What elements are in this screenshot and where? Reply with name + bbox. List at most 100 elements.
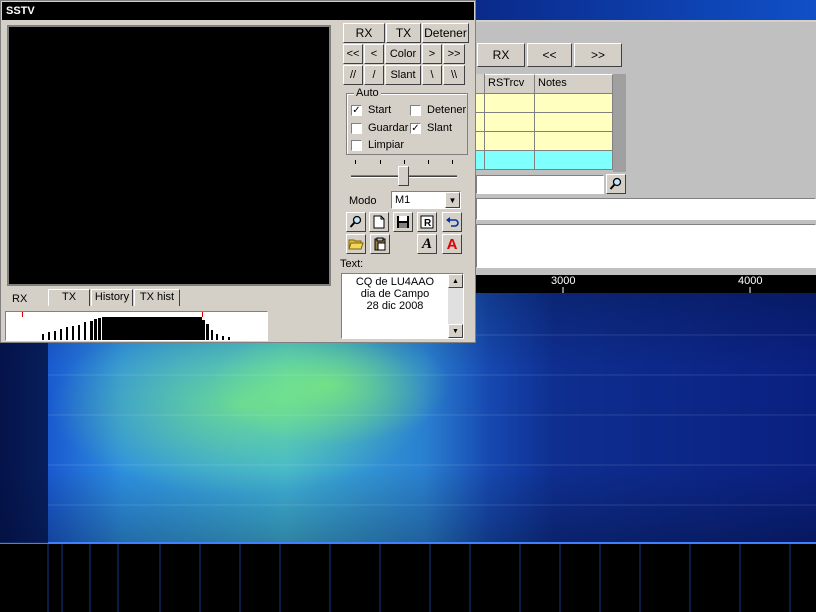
log-header-notes[interactable]: Notes [535,74,613,94]
paste-button[interactable] [370,234,390,254]
scroll-down-button[interactable]: ▼ [448,324,463,338]
table-cell[interactable] [485,94,535,113]
mode-label: Modo [349,195,377,207]
chevron-down-icon: ▼ [448,195,457,205]
mode-value: M1 [395,194,411,206]
chevron-up-icon: ▲ [452,277,459,285]
slider-tick [428,160,429,164]
table-row[interactable] [476,132,485,151]
log-scrollbar[interactable] [613,74,626,172]
r-icon: R [420,215,434,229]
red-a-icon: A [446,235,458,253]
sstv-title-bar[interactable]: SSTV [2,2,474,20]
slider-tick [380,160,381,164]
table-cell[interactable] [535,151,613,170]
slider-tick [355,160,356,164]
search-icon [609,177,622,190]
auto-clear-checkbox[interactable] [351,140,362,151]
table-cell[interactable] [535,132,613,151]
search-button[interactable] [606,174,626,194]
slant-right-fast-button[interactable]: \\ [443,65,465,85]
table-row[interactable] [476,113,485,132]
slant-right-button[interactable]: \ [422,65,442,85]
text-line: dia de Campo [360,288,430,300]
nav-next-button[interactable]: > [422,44,442,64]
auto-save-checkbox[interactable] [351,123,362,134]
mode-select[interactable]: M1 ▼ [391,191,461,209]
table-cell[interactable] [485,151,535,170]
color-button[interactable]: Color [385,44,421,64]
text-color-button[interactable]: A [442,234,462,254]
sstv-level-histogram [5,311,268,341]
main-rx-button[interactable]: RX [477,43,525,67]
sstv-rx-button[interactable]: RX [343,23,385,43]
histogram-graphic [22,312,230,340]
search-input[interactable] [476,175,604,194]
nav-last-button[interactable]: >> [443,44,465,64]
auto-stop-label: Detener [427,104,467,116]
text-scrollbar[interactable]: ▲ ▼ [448,274,463,338]
auto-slant-checkbox[interactable]: ✓ [410,123,421,134]
undo-icon [446,217,459,227]
new-page-icon [373,215,385,229]
slant-left-fast-button[interactable]: // [343,65,363,85]
slider-tick [452,160,453,164]
floppy-icon [397,216,409,228]
magnifier-icon [349,215,362,228]
tab-tx[interactable]: TX [48,289,90,306]
new-button[interactable] [369,212,389,232]
chevron-down-icon: ▼ [452,327,459,335]
text-editor[interactable]: CQ de LU4AAO dia de Campo 28 dic 2008 ▲ … [341,273,464,339]
tab-rx[interactable]: RX [12,293,27,305]
auto-save-label: Guardar [368,122,409,134]
table-cell[interactable] [485,132,535,151]
clipboard-icon [374,237,386,251]
text-line: CQ de LU4AAO [355,276,435,288]
table-cell[interactable] [535,113,613,132]
message-field[interactable] [476,198,816,220]
log-table[interactable]: RSTrcv Notes [476,74,626,172]
text-area[interactable] [476,224,816,268]
tab-tx-hist[interactable]: TX hist [134,289,180,306]
sstv-image-display[interactable] [7,25,331,286]
auto-slant-label: Slant [427,122,453,134]
text-label: Text: [340,258,364,270]
italic-a-icon: A [421,235,432,252]
auto-clear-label: Limpiar [368,139,405,151]
auto-start-checkbox[interactable]: ✓ [351,105,362,116]
open-button[interactable] [346,234,366,254]
tab-history[interactable]: History [91,289,133,306]
freq-tick-4000: 4000 [738,275,763,287]
nav-first-button[interactable]: << [343,44,363,64]
sstv-stop-button[interactable]: Detener [422,23,469,43]
log-header-rstrcv[interactable]: RSTrcv [485,74,535,94]
menu-strip [476,20,816,22]
main-title-bar [476,0,816,20]
slider-tick [404,160,405,164]
zoom-button[interactable] [346,212,366,232]
auto-stop-checkbox[interactable] [410,105,421,116]
main-prev-button[interactable]: << [527,43,572,67]
sstv-window: SSTV RX TX History TX hist RX TX Detener [0,0,476,343]
scroll-up-button[interactable]: ▲ [448,274,463,288]
main-next-button[interactable]: >> [574,43,622,67]
sstv-tx-button[interactable]: TX [386,23,421,43]
text-line: 28 dic 2008 [366,300,424,312]
table-row-selected[interactable] [476,151,485,170]
open-folder-icon [348,239,364,250]
text-tool-button[interactable]: A [417,234,437,254]
table-cell[interactable] [535,94,613,113]
undo-button[interactable] [442,212,462,232]
auto-group-label: Auto [354,87,381,99]
svg-text:R: R [424,218,432,229]
slider-thumb[interactable] [398,166,409,186]
record-button[interactable]: R [417,212,437,232]
table-cell[interactable] [485,113,535,132]
table-row[interactable] [476,94,485,113]
slant-left-button[interactable]: / [364,65,384,85]
freq-tick-3000: 3000 [551,275,576,287]
mode-dropdown-button[interactable]: ▼ [445,192,460,208]
slant-button[interactable]: Slant [385,65,421,85]
nav-prev-button[interactable]: < [364,44,384,64]
save-button[interactable] [393,212,413,232]
